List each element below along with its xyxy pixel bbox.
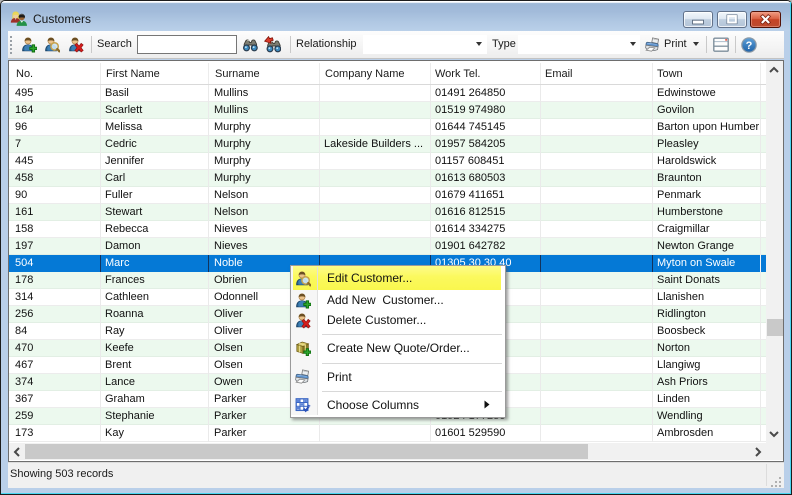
svg-text:?: ? <box>746 40 753 52</box>
